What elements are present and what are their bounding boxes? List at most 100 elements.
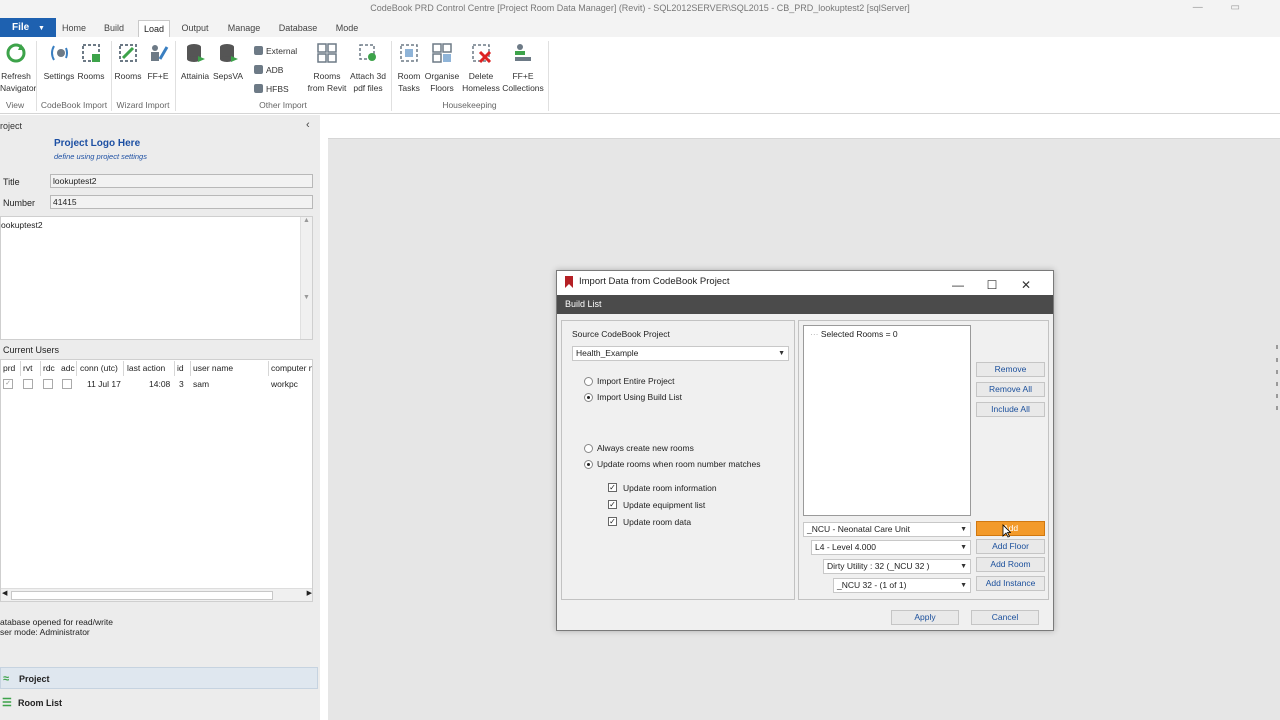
add-instance-button[interactable]: Add Instance [976, 576, 1045, 591]
minimize-icon[interactable]: — [941, 274, 975, 296]
status-db-open: atabase opened for read/write [0, 617, 113, 627]
update-rooms-radio[interactable] [584, 460, 593, 469]
department-select[interactable]: _NCU - Neonatal Care Unit ▼ [803, 522, 971, 537]
external-label: External [266, 46, 298, 56]
room-select[interactable]: Dirty Utility : 32 (_NCU 32 ) ▼ [823, 559, 971, 574]
tab-file[interactable]: File ▼ [0, 18, 56, 37]
dialog-title: Import Data from CodeBook Project [579, 276, 730, 287]
column-header[interactable]: rvt [21, 361, 41, 376]
list-icon: ☰ [2, 697, 12, 709]
level-value: L4 - Level 4.000 [815, 542, 876, 552]
selected-rooms-node[interactable]: Selected Rooms = 0 [821, 329, 898, 339]
apply-button[interactable]: Apply [891, 610, 959, 625]
column-header[interactable]: prd [1, 361, 21, 376]
attach-icon [357, 41, 379, 65]
rooms-from-revit-icon [316, 41, 338, 65]
group-separator [36, 41, 37, 111]
attainia-button[interactable]: Attainia [179, 41, 211, 82]
ffe-collections-label-1: FF+E [512, 71, 534, 81]
window-controls[interactable]: — ▭ [1193, 0, 1240, 16]
always-create-radio[interactable] [584, 444, 593, 453]
adb-label: ADB [266, 65, 284, 75]
update-data-checkbox[interactable]: ✓ [608, 517, 617, 526]
adb-button[interactable]: ADB [254, 64, 283, 76]
level-select[interactable]: L4 - Level 4.000 ▼ [811, 540, 971, 555]
rooms-button[interactable]: Rooms [76, 41, 106, 82]
column-header[interactable]: rdc [41, 361, 61, 376]
collapse-left-icon[interactable]: ‹ [306, 119, 310, 131]
hfbs-label: HFBS [266, 84, 289, 94]
maximize-icon[interactable]: ☐ [975, 274, 1009, 296]
wizard-rooms-label: Rooms [114, 71, 142, 81]
dialog-titlebar: Import Data from CodeBook Project — ☐ ✕ [557, 271, 1053, 295]
scroll-right-icon[interactable]: ▶ [307, 589, 312, 597]
rdc-checkbox[interactable] [43, 379, 53, 389]
project-notes[interactable]: ookuptest2 ▲ ▼ [0, 216, 313, 340]
database-icon [184, 41, 206, 65]
attainia-label: Attainia [180, 71, 210, 81]
title-field[interactable]: lookuptest2 [50, 174, 313, 188]
cancel-button[interactable]: Cancel [971, 610, 1039, 625]
column-header[interactable]: id [175, 361, 191, 376]
last-action-cell: 14:08 [149, 379, 171, 389]
source-project-select[interactable]: Health_Example ▼ [572, 346, 789, 361]
hfbs-button[interactable]: HFBS [254, 83, 289, 95]
organise-label-2: Floors [430, 83, 454, 93]
tab-home[interactable]: Home [62, 20, 86, 37]
import-build-list-radio[interactable] [584, 393, 593, 402]
add-floor-button[interactable]: Add Floor [976, 539, 1045, 554]
attach-pdf-button[interactable]: Attach 3d pdf files [348, 41, 388, 94]
tab-output[interactable]: Output [180, 20, 210, 37]
chevron-down-icon: ▼ [960, 563, 967, 570]
wizard-rooms-button[interactable]: Rooms [113, 41, 143, 82]
notes-scrollbar[interactable]: ▲ ▼ [300, 217, 312, 339]
sepsva-button[interactable]: SepsVA [212, 41, 244, 82]
rvt-checkbox[interactable] [23, 379, 33, 389]
add-room-button[interactable]: Add Room [976, 557, 1045, 572]
source-project-label: Source CodeBook Project [572, 329, 670, 339]
tab-mode[interactable]: Mode [334, 20, 360, 37]
update-equipment-checkbox[interactable]: ✓ [608, 500, 617, 509]
ffe-collections-button[interactable]: FF+E Collections [502, 41, 544, 94]
users-hscrollbar[interactable]: ◀ ▶ [1, 588, 312, 601]
rooms-from-revit-button[interactable]: Rooms from Revit [306, 41, 348, 94]
prd-checkbox[interactable]: ✓ [3, 379, 13, 389]
mouse-cursor-icon [1002, 524, 1011, 538]
tab-manage[interactable]: Manage [226, 20, 262, 37]
tab-build[interactable]: Build [102, 20, 126, 37]
rooms-from-revit-label-1: Rooms [313, 71, 341, 81]
instance-select[interactable]: _NCU 32 - (1 of 1) ▼ [833, 578, 971, 593]
scroll-left-icon[interactable]: ◀ [2, 589, 7, 597]
tab-load[interactable]: Load [138, 20, 170, 37]
ribbon-tabs: File ▼ Home Build Load Output Manage Dat… [0, 17, 1280, 37]
selected-rooms-tree[interactable]: ··· Selected Rooms = 0 [803, 325, 971, 516]
attach-label-2: pdf files [353, 83, 383, 93]
right-edge-markers [1270, 0, 1280, 720]
nav-room-list[interactable]: ☰ Room List [0, 692, 318, 714]
remove-button[interactable]: Remove [976, 362, 1045, 377]
column-header[interactable]: computer n [269, 361, 312, 376]
delete-homeless-button[interactable]: Delete Homeless [462, 41, 500, 94]
column-header[interactable]: adc [59, 361, 77, 376]
scroll-thumb[interactable] [11, 591, 273, 600]
ffe-collections-icon [512, 41, 534, 65]
update-info-checkbox[interactable]: ✓ [608, 483, 617, 492]
column-header[interactable]: last action [125, 361, 175, 376]
room-tasks-button[interactable]: Room Tasks [395, 41, 423, 94]
group-separator [111, 41, 112, 111]
close-icon[interactable]: ✕ [1009, 274, 1043, 296]
column-header[interactable]: conn (utc) [78, 361, 124, 376]
settings-button[interactable]: Settings [42, 41, 76, 82]
number-field[interactable]: 41415 [50, 195, 313, 209]
wizard-ffe-button[interactable]: FF+E [144, 41, 172, 82]
refresh-navigator-button[interactable]: Refresh Navigator [0, 41, 36, 94]
import-entire-radio[interactable] [584, 377, 593, 386]
organise-floors-button[interactable]: Organise Floors [424, 41, 460, 94]
include-all-button[interactable]: Include All [976, 402, 1045, 417]
external-button[interactable]: External [254, 45, 297, 57]
column-header[interactable]: user name [191, 361, 269, 376]
tab-database[interactable]: Database [278, 20, 318, 37]
remove-all-button[interactable]: Remove All [976, 382, 1045, 397]
adc-checkbox[interactable] [62, 379, 72, 389]
nav-project[interactable]: ≈ Project [0, 667, 318, 689]
